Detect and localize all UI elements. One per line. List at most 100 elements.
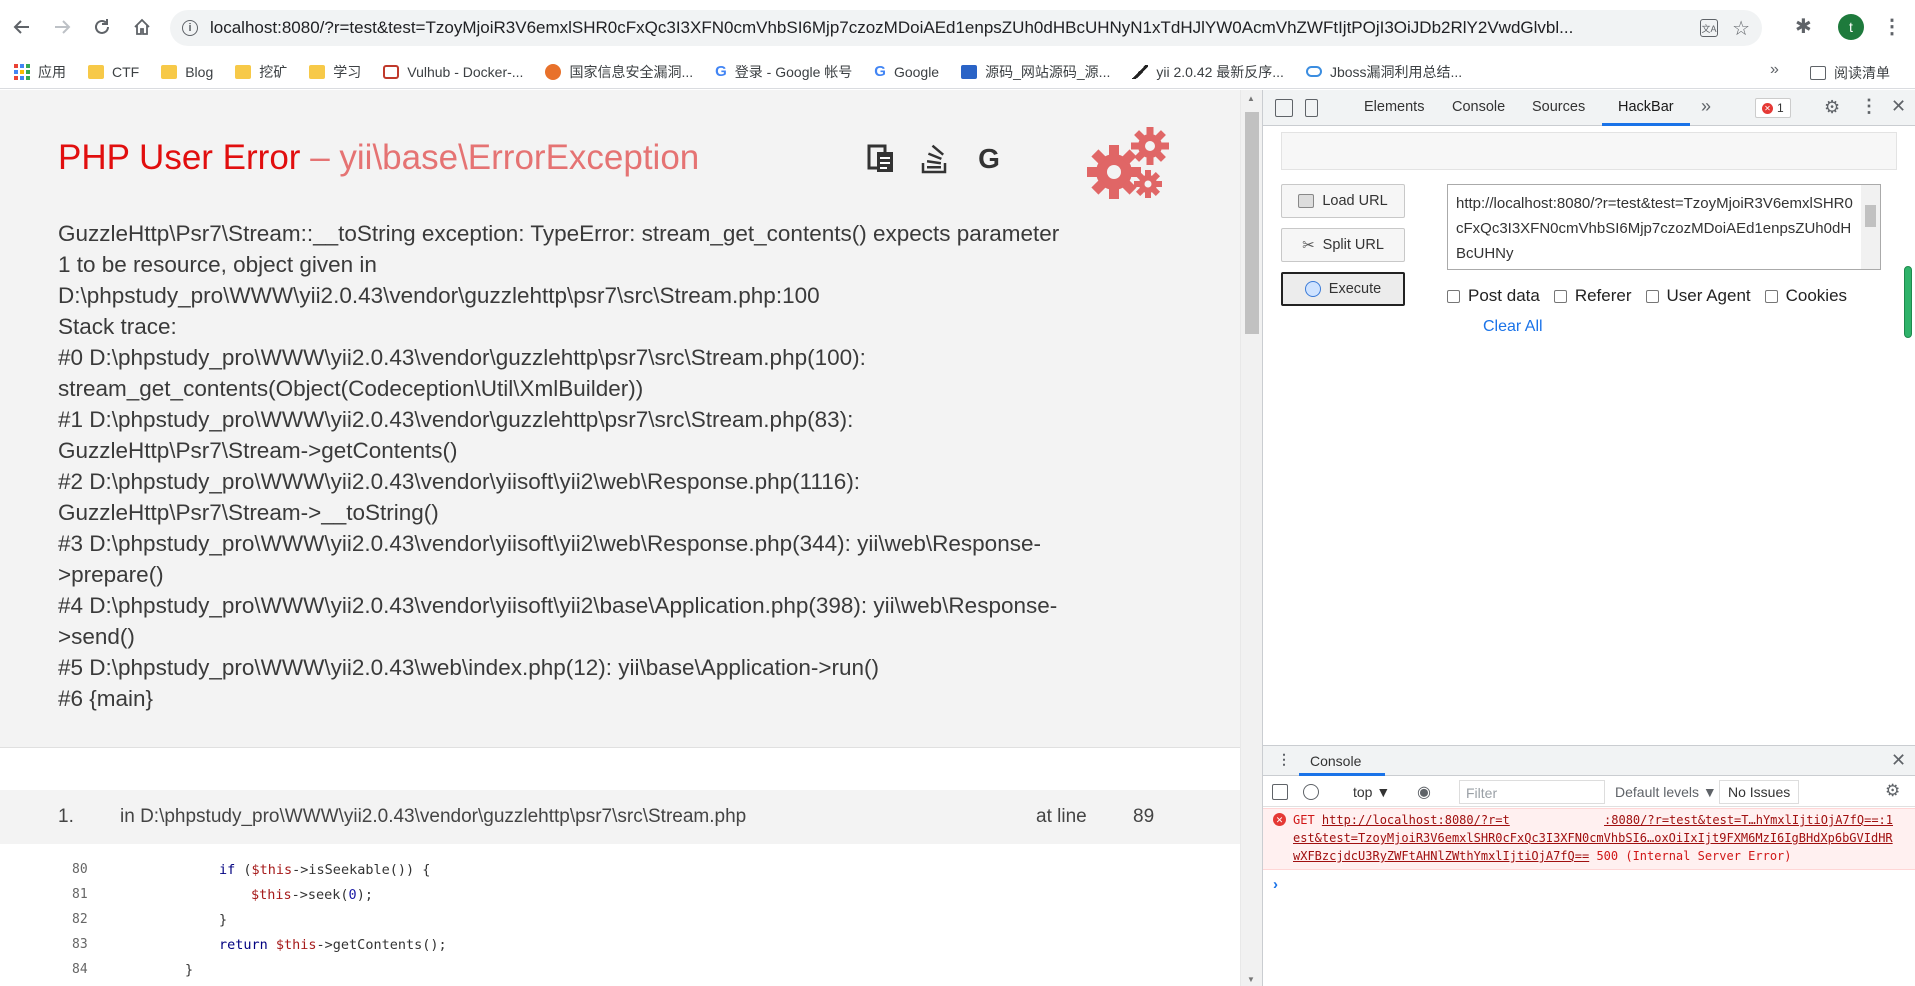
bookmark-google[interactable]: G Google [874,63,939,80]
browser-menu-icon[interactable]: ⋮ [1882,14,1902,39]
bookmark-jboss[interactable]: Jboss漏洞利用总结... [1305,62,1462,82]
reload-icon[interactable] [84,9,120,45]
settings-gear-icon[interactable]: ⚙ [1824,97,1840,118]
bookmark-yii[interactable]: yii 2.0.42 最新反序... [1132,62,1284,82]
inspect-element-icon[interactable] [1275,99,1293,117]
more-tabs-icon[interactable]: » [1701,96,1711,117]
context-selector[interactable]: top ▼ [1353,784,1390,800]
bookmark-cnvd[interactable]: 国家信息安全漏洞... [545,62,693,82]
referer-checkbox[interactable]: Referer [1553,286,1632,306]
google-search-icon[interactable]: G [974,143,1004,174]
close-devtools-icon[interactable]: ✕ [1891,96,1906,117]
bookmark-vulhub[interactable]: Vulhub - Docker-... [383,64,523,80]
bookmark-ctf[interactable]: CTF [88,64,139,80]
line-number: 80 [72,862,88,877]
frame-line: 89 [1133,806,1155,827]
source-location-link[interactable]: :8080/?r=test&test=T…hYmxlIjtiOjA7fQ==:1 [1604,811,1893,829]
hackbar-url-textarea[interactable]: http://localhost:8080/?r=test&test=TzoyM… [1447,184,1881,270]
hackbar-toolbar [1281,132,1897,170]
home-icon[interactable] [124,9,160,45]
bookmark-label: Vulhub - Docker-... [407,63,524,80]
error-message: GuzzleHttp\Psr7\Stream::__toString excep… [58,218,1178,714]
log-levels-dropdown[interactable]: Default levels ▼ [1615,784,1717,800]
bookmark-source[interactable]: 源码_网站源码_源... [961,62,1110,82]
post-data-checkbox[interactable]: Post data [1447,286,1540,306]
split-url-button[interactable]: ✂ Split URL [1281,228,1405,262]
console-settings-icon[interactable]: ⚙ [1885,781,1900,801]
console-filter-input[interactable]: Filter [1459,780,1605,804]
user-agent-checkbox[interactable]: User Agent [1645,286,1751,306]
drawer-menu-icon[interactable]: ⋮ [1277,751,1291,768]
execute-button[interactable]: Execute [1281,272,1405,306]
error-message-line: 1 to be resource, object given in [58,252,377,277]
error-icon: ✕ [1273,813,1286,826]
gears-icon [1084,124,1176,204]
checkbox-label: Post data [1468,286,1540,305]
checkbox-box[interactable] [1553,289,1567,303]
bookmark-star-icon[interactable]: ☆ [1732,16,1750,41]
scrollbar-thumb[interactable] [1865,205,1876,227]
checkbox-box[interactable] [1447,289,1460,303]
load-url-button[interactable]: Load URL [1281,184,1405,218]
bookmark-blog[interactable]: Blog [161,64,213,80]
cookies-checkbox[interactable]: Cookies [1764,286,1847,306]
checkbox-box[interactable] [1645,289,1659,303]
live-expression-icon[interactable]: ◉ [1417,782,1431,802]
forward-icon[interactable] [44,9,80,45]
bookmarks-overflow-icon[interactable]: » [1770,61,1779,79]
code-text: } [185,962,194,978]
bookmark-label: Blog [185,63,214,80]
extensions-icon[interactable]: ✱ [1795,14,1812,39]
yii-icon [1132,64,1149,79]
bookmark-label: 登录 - Google 帐号 [734,63,853,80]
hackbar-options: Post data Referer User Agent Cookies [1447,286,1847,306]
request-url-link[interactable]: http://localhost:8080/?r=t [1322,813,1510,827]
bookmark-google-login[interactable]: G 登录 - Google 帐号 [715,62,852,82]
call-stack-frame[interactable]: 1. in D:\phpstudy_pro\WWW\yii2.0.43\vend… [0,790,1240,844]
code-text: return $this->getContents(); [219,937,447,953]
folder-icon [161,64,178,79]
tab-sources[interactable]: Sources [1532,99,1585,115]
load-url-icon [1298,194,1315,208]
frame-file: in D:\phpstudy_pro\WWW\yii2.0.43\vendor\… [120,806,747,827]
back-icon[interactable] [4,9,40,45]
reading-list[interactable]: 阅读清单 [1810,63,1890,83]
checkbox-box[interactable] [1764,289,1778,303]
clear-all-link[interactable]: Clear All [1483,318,1543,336]
bookmark-apps[interactable]: 应用 [14,62,66,82]
tab-elements[interactable]: Elements [1364,99,1424,115]
profile-avatar[interactable]: t [1838,14,1864,40]
exception-class: yii\base\ErrorException [339,138,700,177]
url-text[interactable]: localhost:8080/?r=test&test=TzoyMjoiR3V6… [210,18,1690,38]
bookmark-label: 应用 [38,63,66,80]
site-info-icon[interactable]: i [182,20,198,36]
button-label: Split URL [1322,237,1384,253]
drawer-tab-console[interactable]: Console [1310,753,1361,769]
error-message-line: #2 D:\phpstudy_pro\WWW\yii2.0.43\vendor\… [58,469,861,494]
clear-console-icon[interactable] [1303,784,1319,800]
url-textarea-scrollbar[interactable] [1861,185,1880,269]
close-drawer-icon[interactable]: ✕ [1891,750,1906,771]
tab-console[interactable]: Console [1452,99,1505,115]
issues-button[interactable]: No Issues [1719,780,1800,804]
scroll-down-icon[interactable]: ▼ [1247,975,1255,984]
devtools-menu-icon[interactable]: ⋮ [1860,96,1878,117]
scrollbar-thumb[interactable] [1245,112,1259,334]
bookmark-label: 源码_网站源码_源... [985,63,1111,80]
translate-icon[interactable]: 文A [1700,19,1718,37]
console-prompt[interactable]: › [1273,876,1278,893]
http-method: GET [1293,813,1322,827]
bookmark-mining[interactable]: 挖矿 [235,62,287,82]
sidebar-toggle-icon[interactable] [1272,784,1288,800]
side-handle[interactable] [1904,266,1912,338]
device-toolbar-icon[interactable] [1305,99,1318,117]
error-count-badge[interactable]: ✕ 1 [1755,98,1791,118]
bookmark-study[interactable]: 学习 [309,62,361,82]
address-bar[interactable]: i localhost:8080/?r=test&test=TzoyMjoiR3… [170,10,1762,46]
devtools-tabs: Elements Console Sources HackBar » ✕ 1 ⚙ … [1263,90,1915,126]
tab-hackbar[interactable]: HackBar [1618,99,1674,115]
stackoverflow-icon[interactable] [920,144,950,174]
copy-icon[interactable] [866,144,896,174]
page-scrollbar[interactable]: ▲ ▼ [1240,90,1262,986]
scroll-up-icon[interactable]: ▲ [1247,94,1255,103]
